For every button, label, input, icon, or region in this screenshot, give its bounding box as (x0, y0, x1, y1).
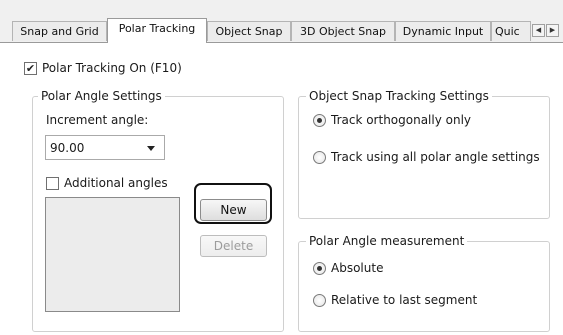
track-orthogonally-label: Track orthogonally only (331, 113, 472, 127)
polar-tracking-on-checkbox[interactable]: ✔ (24, 62, 37, 75)
tab-polar-tracking[interactable]: Polar Tracking (107, 18, 207, 43)
scroll-right-arrow-icon[interactable]: ▶ (546, 24, 559, 37)
absolute-label: Absolute (331, 261, 384, 275)
object-snap-tracking-title: Object Snap Tracking Settings (306, 89, 492, 103)
tab-object-snap[interactable]: Object Snap (207, 21, 291, 41)
track-all-polar-label: Track using all polar angle settings (331, 150, 540, 164)
delete-button[interactable]: Delete (200, 235, 267, 257)
polar-angle-measurement-group (298, 241, 550, 332)
relative-to-last-segment-radio[interactable] (313, 294, 326, 307)
increment-angle-dropdown[interactable]: 90.00 (45, 135, 165, 160)
scroll-left-arrow-icon[interactable]: ◀ (532, 24, 545, 37)
relative-to-last-segment-label: Relative to last segment (331, 293, 478, 307)
tab-3d-object-snap[interactable]: 3D Object Snap (291, 21, 395, 41)
tab-snap-and-grid[interactable]: Snap and Grid (12, 21, 107, 41)
chevron-down-icon[interactable] (147, 146, 155, 151)
tab-dynamic-input[interactable]: Dynamic Input (395, 21, 491, 41)
absolute-radio[interactable] (313, 262, 326, 275)
track-orthogonally-radio[interactable] (313, 114, 326, 127)
checkmark-icon: ✔ (25, 62, 36, 75)
track-all-polar-radio[interactable] (313, 151, 326, 164)
additional-angles-checkbox[interactable] (46, 177, 59, 190)
tab-quick-properties[interactable]: Quic (491, 21, 531, 41)
polar-angle-settings-title: Polar Angle Settings (38, 89, 165, 103)
increment-angle-value: 90.00 (50, 141, 85, 155)
increment-angle-label: Increment angle: (46, 113, 149, 127)
additional-angles-list[interactable] (45, 197, 180, 312)
new-button[interactable]: New (200, 199, 267, 221)
additional-angles-label: Additional angles (64, 176, 168, 190)
polar-tracking-on-label: Polar Tracking On (F10) (42, 61, 182, 75)
polar-angle-measurement-title: Polar Angle measurement (306, 234, 468, 248)
